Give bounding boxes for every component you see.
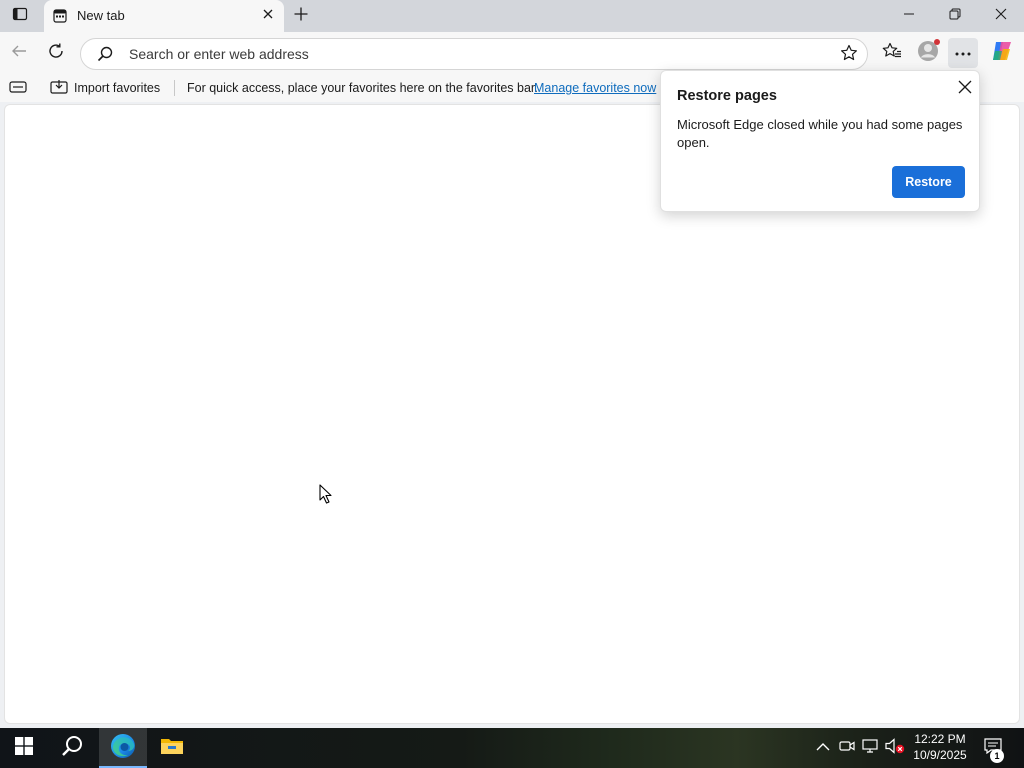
tab-bar: New tab: [0, 0, 1024, 32]
search-icon: [97, 46, 113, 62]
toolbar: [0, 32, 1024, 74]
import-icon: [50, 79, 74, 98]
tab-new-tab[interactable]: New tab: [44, 0, 284, 32]
restore-window-icon: [949, 7, 961, 25]
meet-now-icon: [839, 738, 855, 759]
mouse-cursor-icon: [319, 484, 332, 504]
reading-view-button[interactable]: [8, 79, 28, 97]
manage-favorites-link[interactable]: Manage favorites now: [534, 81, 656, 95]
meet-now-button[interactable]: [837, 738, 857, 758]
close-icon: [958, 80, 972, 99]
search-taskbar-icon: [61, 735, 83, 762]
taskbar-search-button[interactable]: [48, 728, 96, 768]
more-icon: [954, 44, 972, 62]
back-button[interactable]: [4, 38, 34, 68]
new-tab-button[interactable]: [288, 4, 314, 28]
copilot-icon: [990, 39, 1014, 68]
copilot-button[interactable]: [987, 38, 1017, 68]
address-bar[interactable]: [80, 38, 868, 70]
restore-pages-popup: Restore pages Microsoft Edge closed whil…: [660, 70, 980, 212]
close-icon: [262, 7, 274, 25]
restore-window-button[interactable]: [932, 0, 978, 32]
import-favorites-button[interactable]: Import favorites: [46, 76, 164, 100]
settings-more-button[interactable]: [948, 38, 978, 68]
popup-message: Microsoft Edge closed while you had some…: [677, 117, 963, 150]
show-hidden-icons-button[interactable]: [813, 738, 833, 758]
back-arrow-icon: [10, 42, 28, 65]
taskbar: 12:22 PM 10/9/2025 1: [0, 728, 1024, 768]
restore-button[interactable]: Restore: [892, 166, 965, 198]
clock-date: 10/9/2025: [913, 748, 967, 762]
favorites-message: For quick access, place your favorites h…: [187, 81, 538, 95]
favorites-divider: [174, 80, 175, 96]
add-favorite-button[interactable]: [839, 44, 859, 67]
close-icon: [995, 7, 1007, 25]
network-icon: [862, 738, 880, 759]
tab-actions-button[interactable]: [4, 2, 36, 30]
favorites-icon: [882, 42, 902, 65]
browser-window: New tab Search or enter web address Impo…: [0, 0, 1024, 728]
taskbar-edge-button[interactable]: [99, 728, 147, 768]
tab-title: New tab: [77, 8, 125, 23]
tab-actions-icon: [12, 6, 28, 27]
popup-close-button[interactable]: [953, 77, 977, 101]
clock-time: 12:22 PM: [914, 732, 966, 746]
taskbar-clock[interactable]: 12:22 PM 10/9/2025: [908, 731, 972, 763]
popup-title: Restore pages: [677, 88, 777, 104]
refresh-icon: [47, 42, 65, 65]
star-icon: [840, 44, 858, 67]
favorites-button[interactable]: [877, 38, 907, 68]
minimize-icon: [903, 7, 915, 25]
taskbar-file-explorer-button[interactable]: [148, 728, 196, 768]
profile-icon: [916, 38, 940, 68]
refresh-button[interactable]: [41, 38, 71, 68]
edge-icon: [110, 733, 136, 764]
profile-button[interactable]: [913, 38, 943, 68]
file-explorer-icon: [160, 736, 184, 761]
windows-start-icon: [15, 736, 33, 760]
notification-badge: 1: [990, 749, 1004, 763]
tab-close-button[interactable]: [260, 8, 276, 24]
volume-button[interactable]: [885, 737, 905, 759]
new-tab-favicon: [53, 9, 67, 23]
minimize-button[interactable]: [886, 0, 932, 32]
chevron-up-icon: [816, 739, 830, 757]
import-favorites-label: Import favorites: [74, 81, 161, 95]
address-input[interactable]: [127, 39, 827, 69]
plus-icon: [293, 6, 309, 27]
close-window-button[interactable]: [978, 0, 1024, 32]
network-button[interactable]: [861, 738, 881, 758]
reading-view-icon: [9, 80, 27, 97]
start-button[interactable]: [0, 728, 48, 768]
volume-muted-icon: [885, 737, 905, 759]
